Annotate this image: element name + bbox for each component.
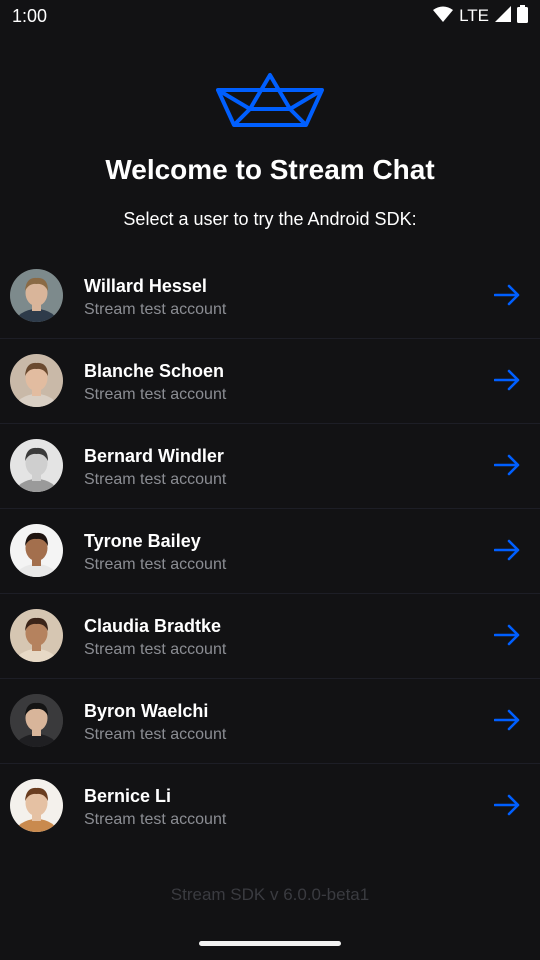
user-row[interactable]: Claudia Bradtke Stream test account (0, 594, 540, 679)
user-row[interactable]: Willard Hessel Stream test account (0, 254, 540, 339)
avatar (10, 439, 63, 492)
user-list: Willard Hessel Stream test account Blanche… (0, 254, 540, 849)
stream-boat-logo (216, 72, 324, 130)
user-subtitle: Stream test account (84, 471, 227, 488)
user-row[interactable]: Bernice Li Stream test account (0, 764, 540, 849)
user-name: Bernard Windler (84, 446, 224, 466)
arrow-right-icon[interactable] (493, 454, 520, 476)
network-type-label: LTE (459, 6, 489, 25)
user-subtitle: Stream test account (84, 726, 227, 743)
user-subtitle: Stream test account (84, 811, 227, 828)
user-name: Byron Waelchi (84, 701, 209, 721)
arrow-right-icon[interactable] (493, 369, 520, 391)
arrow-right-icon[interactable] (493, 709, 520, 731)
wifi-icon (433, 6, 454, 27)
user-name: Willard Hessel (84, 276, 207, 296)
avatar (10, 269, 63, 322)
user-row[interactable]: Byron Waelchi Stream test account (0, 679, 540, 764)
user-row[interactable]: Blanche Schoen Stream test account (0, 339, 540, 424)
status-time: 1:00 (12, 5, 48, 26)
user-subtitle: Stream test account (84, 641, 227, 658)
status-icons: LTE (433, 4, 528, 28)
avatar (10, 354, 63, 407)
user-subtitle: Stream test account (84, 301, 227, 318)
avatar (10, 779, 63, 832)
welcome-title: Welcome to Stream Chat (105, 154, 435, 185)
user-subtitle: Stream test account (84, 386, 227, 403)
battery-icon (517, 4, 528, 28)
signal-icon (495, 5, 511, 27)
user-subtitle: Stream test account (84, 556, 227, 573)
user-name: Tyrone Bailey (84, 531, 201, 551)
arrow-right-icon[interactable] (493, 539, 520, 561)
user-name: Claudia Bradtke (84, 616, 222, 636)
home-indicator[interactable] (199, 941, 341, 946)
user-name: Blanche Schoen (84, 361, 225, 381)
user-row[interactable]: Tyrone Bailey Stream test account (0, 509, 540, 594)
welcome-subtitle: Select a user to try the Android SDK: (123, 209, 417, 229)
status-bar: 1:00 LTE (0, 0, 540, 32)
avatar (10, 694, 63, 747)
avatar (10, 609, 63, 662)
user-row[interactable]: Bernard Windler Stream test account (0, 424, 540, 509)
arrow-right-icon[interactable] (493, 624, 520, 646)
arrow-right-icon[interactable] (493, 794, 520, 816)
sdk-version-label: Stream SDK v 6.0.0-beta1 (170, 885, 370, 904)
arrow-right-icon[interactable] (493, 284, 520, 306)
user-name: Bernice Li (84, 786, 172, 806)
avatar (10, 524, 63, 577)
